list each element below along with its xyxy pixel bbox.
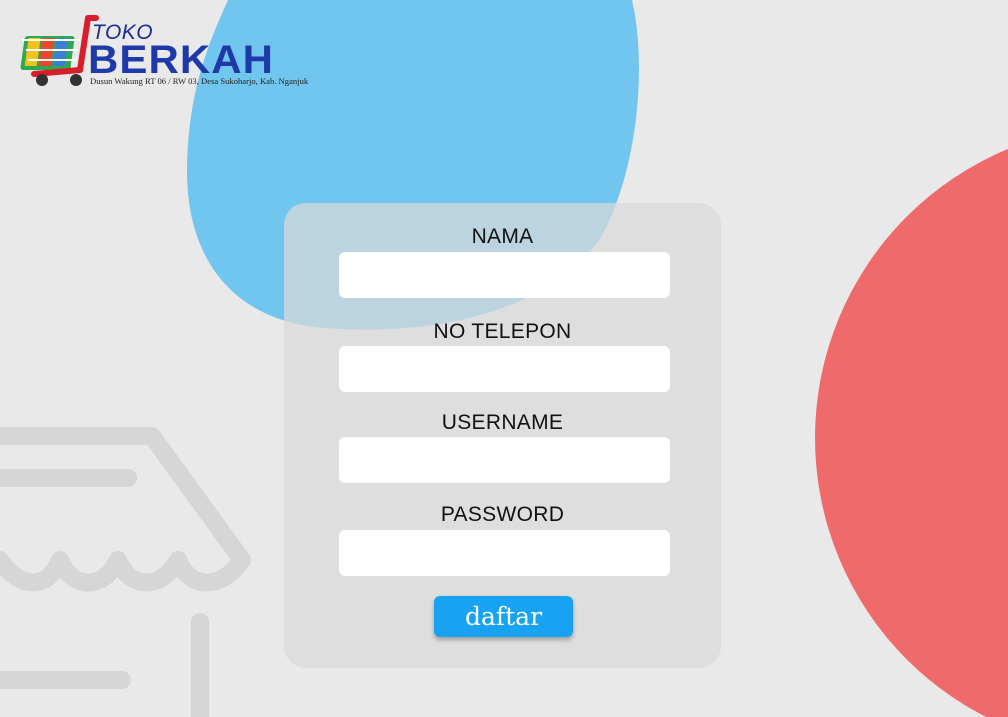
password-label: PASSWORD [440, 503, 565, 526]
username-input[interactable] [339, 437, 670, 483]
no-telepon-input[interactable] [339, 346, 670, 392]
brand-name-large: BERKAH [88, 38, 274, 82]
store-outline-shape [0, 427, 251, 717]
username-label: USERNAME [441, 411, 564, 434]
nama-label: NAMA [471, 225, 534, 248]
brand-address: Dusun Wakung RT 06 / RW 03, Desa Sukohar… [90, 76, 309, 86]
red-circle-shape [815, 149, 1008, 717]
password-input[interactable] [339, 530, 670, 576]
registration-form: NAMA NO TELEPON USERNAME PASSWORD daftar [284, 203, 721, 668]
brand-logo: TOKO BERKAH Dusun Wakung RT 06 / RW 03, … [18, 14, 318, 94]
nama-input[interactable] [339, 252, 670, 298]
daftar-button[interactable]: daftar [434, 596, 573, 637]
no-telepon-label: NO TELEPON [433, 320, 572, 343]
